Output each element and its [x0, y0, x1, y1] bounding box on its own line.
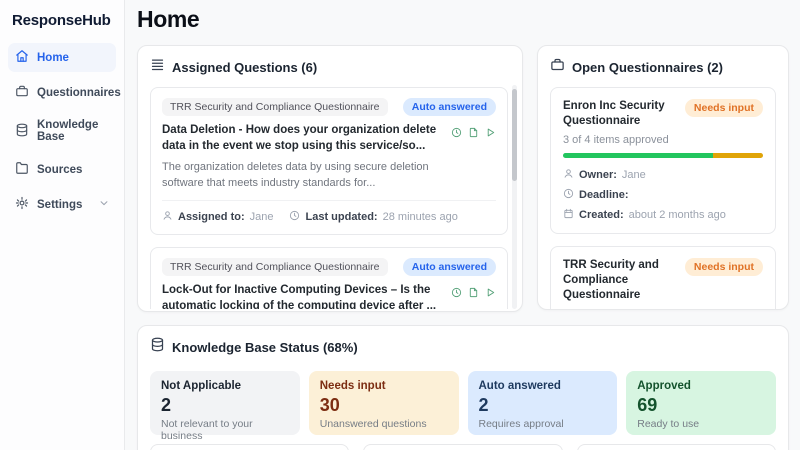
stat-value: 2: [161, 395, 289, 416]
scrollbar-thumb[interactable]: [512, 89, 517, 181]
history-icon[interactable]: [451, 285, 462, 309]
question-card[interactable]: TRR Security and Compliance Questionnair…: [150, 247, 508, 309]
progress-segment-approved: [563, 153, 713, 158]
last-updated-label: Last updated:: [305, 211, 377, 223]
stat-label: Not Applicable: [161, 380, 289, 392]
sidebar-item-knowledge-base[interactable]: Knowledge Base: [8, 113, 116, 149]
app-logo: ResponseHub: [8, 10, 116, 43]
page-title: Home: [137, 6, 789, 33]
assigned-questions-list: TRR Security and Compliance Questionnair…: [138, 85, 522, 309]
document-icon[interactable]: [468, 285, 479, 309]
question-excerpt: The organization deletes data by using s…: [162, 160, 472, 191]
main-content: Home Assigned Questions (6) TRR Security…: [125, 0, 800, 450]
last-updated-value: 28 minutes ago: [383, 211, 458, 223]
stat-card-not-applicable: Not Applicable 2 Not relevant to your bu…: [150, 371, 300, 435]
panel-title: Open Questionnaires (2): [572, 60, 723, 75]
assigned-questions-header: Assigned Questions (6): [138, 46, 522, 85]
sidebar-item-label: Questionnaires: [37, 87, 121, 99]
assignee: Jane: [250, 211, 274, 223]
stat-label: Approved: [637, 380, 765, 392]
assigned-to-label: Assigned to:: [178, 211, 245, 223]
knowledge-base-status-header: Knowledge Base Status (68%): [138, 326, 788, 365]
sidebar-item-home[interactable]: Home: [8, 43, 116, 72]
progress-bar: [563, 153, 763, 158]
stat-label: Needs input: [320, 380, 448, 392]
play-icon[interactable]: [485, 125, 496, 154]
stat-card-auto-answered: Auto answered 2 Requires approval: [468, 371, 618, 435]
document-icon[interactable]: [468, 125, 479, 154]
stat-description: Unanswered questions: [320, 418, 448, 430]
progress-label: 41 of 52 items approved: [563, 308, 763, 310]
stat-description: Ready to use: [637, 418, 765, 430]
questionnaire-card[interactable]: Enron Inc Security Questionnaire Needs i…: [550, 87, 776, 234]
owner-value: Jane: [622, 169, 646, 181]
status-badge: Needs input: [685, 258, 763, 276]
kb-stats-row: Not Applicable 2 Not relevant to your bu…: [138, 365, 788, 444]
knowledge-base-status-panel: Knowledge Base Status (68%) Not Applicab…: [137, 325, 789, 450]
stat-card-needs-input: Needs input 30 Unanswered questions: [309, 371, 459, 435]
chevron-down-icon: [99, 198, 109, 211]
questionnaire-badge: TRR Security and Compliance Questionnair…: [162, 98, 388, 116]
category-card-govern: Govern: [363, 444, 562, 450]
list-icon: [150, 57, 165, 77]
stat-value: 69: [637, 395, 765, 416]
category-card-protect: Protect: [150, 444, 349, 450]
person-icon: [563, 168, 574, 182]
question-title: Data Deletion - How does your organizati…: [162, 123, 441, 154]
created-label: Created:: [579, 209, 624, 221]
stat-value: 30: [320, 395, 448, 416]
progress-segment-needs-input: [713, 153, 763, 158]
progress-label: 3 of 4 items approved: [563, 134, 763, 146]
panel-title: Assigned Questions (6): [172, 60, 317, 75]
database-icon: [150, 337, 165, 357]
stat-value: 2: [479, 395, 607, 416]
question-card[interactable]: TRR Security and Compliance Questionnair…: [150, 87, 508, 235]
sidebar-item-label: Knowledge Base: [37, 119, 109, 143]
sidebar-item-label: Sources: [37, 164, 82, 176]
owner-label: Owner:: [579, 169, 617, 181]
questionnaire-badge: TRR Security and Compliance Questionnair…: [162, 258, 388, 276]
stat-label: Auto answered: [479, 380, 607, 392]
clock-icon: [563, 188, 574, 202]
sidebar-item-settings[interactable]: Settings: [8, 190, 116, 219]
briefcase-icon: [550, 57, 565, 77]
clock-icon: [289, 210, 300, 224]
sidebar-item-sources[interactable]: Sources: [8, 155, 116, 184]
open-questionnaires-header: Open Questionnaires (2): [538, 46, 788, 85]
question-actions: [451, 283, 496, 309]
sidebar-item-questionnaires[interactable]: Questionnaires: [8, 78, 116, 107]
panel-title: Knowledge Base Status (68%): [172, 340, 358, 355]
play-icon[interactable]: [485, 285, 496, 309]
status-badge: Auto answered: [403, 98, 496, 116]
questionnaire-name: Enron Inc Security Questionnaire: [563, 99, 677, 129]
status-badge: Needs input: [685, 99, 763, 117]
sidebar-item-label: Settings: [37, 199, 82, 211]
database-icon: [15, 123, 29, 140]
calendar-icon: [563, 208, 574, 222]
stat-description: Requires approval: [479, 418, 607, 430]
created-value: about 2 months ago: [629, 209, 726, 221]
home-icon: [15, 49, 29, 66]
category-card-detect: Detect: [577, 444, 776, 450]
sidebar-item-label: Home: [37, 52, 69, 64]
folder-icon: [15, 161, 29, 178]
question-title: Lock-Out for Inactive Computing Devices …: [162, 283, 441, 309]
history-icon[interactable]: [451, 125, 462, 154]
briefcase-icon: [15, 84, 29, 101]
sidebar: ResponseHub Home Questionnaires Knowledg…: [0, 0, 125, 450]
deadline-label: Deadline:: [579, 189, 629, 201]
stat-description: Not relevant to your business: [161, 418, 289, 442]
person-icon: [162, 210, 173, 224]
open-questionnaires-panel: Open Questionnaires (2) Enron Inc Securi…: [537, 45, 789, 310]
status-badge: Auto answered: [403, 258, 496, 276]
assigned-questions-panel: Assigned Questions (6) TRR Security and …: [137, 45, 523, 312]
questionnaire-card[interactable]: TRR Security and Compliance Questionnair…: [550, 246, 776, 310]
questionnaire-name: TRR Security and Compliance Questionnair…: [563, 258, 677, 303]
gear-icon: [15, 196, 29, 213]
stat-card-approved: Approved 69 Ready to use: [626, 371, 776, 435]
kb-categories-row: Protect Govern Detect: [138, 444, 788, 450]
question-actions: [451, 123, 496, 154]
